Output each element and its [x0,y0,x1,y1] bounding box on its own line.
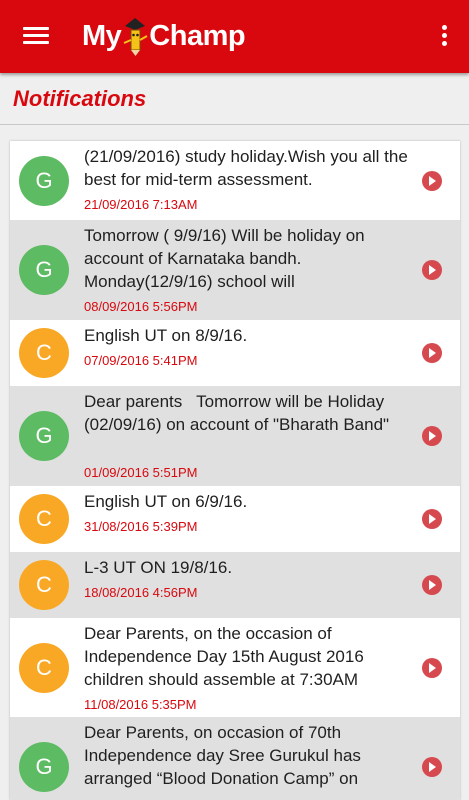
notification-timestamp: 11/08/2016 5:35PM [84,697,197,712]
notification-message: Dear Parents, on the occasion of Indepen… [84,624,369,689]
chevron-right-icon[interactable] [422,757,442,777]
sender-avatar: C [19,494,69,544]
notification-item[interactable]: C L-3 UT ON 19/8/16. 18/08/2016 4:56PM [10,552,460,618]
sender-avatar: G [19,245,69,295]
notification-timestamp: 01/09/2016 5:51PM [84,465,198,480]
notification-item[interactable]: G (21/09/2016) study holiday.Wish you all… [10,141,460,220]
logo-text-my: My [82,19,122,52]
notification-timestamp: 07/09/2016 5:41PM [84,353,198,368]
notification-message: Dear parents Tomorrow will be Holiday (0… [84,392,390,434]
more-vert-icon[interactable] [438,22,450,50]
chevron-right-icon[interactable] [422,260,442,280]
sender-avatar: G [19,156,69,206]
chevron-right-icon[interactable] [422,426,442,446]
notification-message: Tomorrow ( 9/9/16) Will be holiday on ac… [84,226,370,291]
hamburger-menu-icon[interactable] [23,25,49,47]
notification-item[interactable]: C English UT on 8/9/16. 07/09/2016 5:41PM [10,320,460,386]
logo-text-champ: Champ [149,19,246,52]
notification-timestamp: 31/08/2016 5:39PM [84,519,198,534]
notification-list[interactable]: G (21/09/2016) study holiday.Wish you all… [10,141,460,800]
notification-message: English UT on 6/9/16. [84,492,248,511]
notification-item[interactable]: G Dear Parents, on occasion of 70th Indep… [10,717,460,800]
notification-timestamp: 21/09/2016 7:13AM [84,197,198,212]
notification-item[interactable]: G Tomorrow ( 9/9/16) Will be holiday on a… [10,220,460,320]
sender-avatar: G [19,411,69,461]
sender-avatar: C [19,560,69,610]
page-title: Notifications [13,86,147,111]
notification-message: L-3 UT ON 19/8/16. [84,558,233,577]
notification-item[interactable]: C English UT on 6/9/16. 31/08/2016 5:39PM [10,486,460,552]
chevron-right-icon[interactable] [422,171,442,191]
notification-message: (21/09/2016) study holiday.Wish you all … [84,147,413,189]
app-bar: My Champ [0,0,469,73]
app-logo: My Champ [82,16,246,56]
notification-timestamp: 18/08/2016 4:56PM [84,585,198,600]
sender-avatar: C [19,643,69,693]
notification-message: English UT on 8/9/16. [84,326,248,345]
chevron-right-icon[interactable] [422,343,442,363]
chevron-right-icon[interactable] [422,658,442,678]
sender-avatar: G [19,742,69,792]
notification-item[interactable]: G Dear parents Tomorrow will be Holiday (… [10,386,460,486]
notification-timestamp: 08/09/2016 5:56PM [84,299,198,314]
title-divider [0,124,469,125]
chevron-right-icon[interactable] [422,575,442,595]
chevron-right-icon[interactable] [422,509,442,529]
notification-message: Dear Parents, on occasion of 70th Indepe… [84,723,366,788]
sender-avatar: C [19,328,69,378]
notification-item[interactable]: C Dear Parents, on the occasion of Indepe… [10,618,460,717]
mascot-pencil-icon [123,18,148,56]
